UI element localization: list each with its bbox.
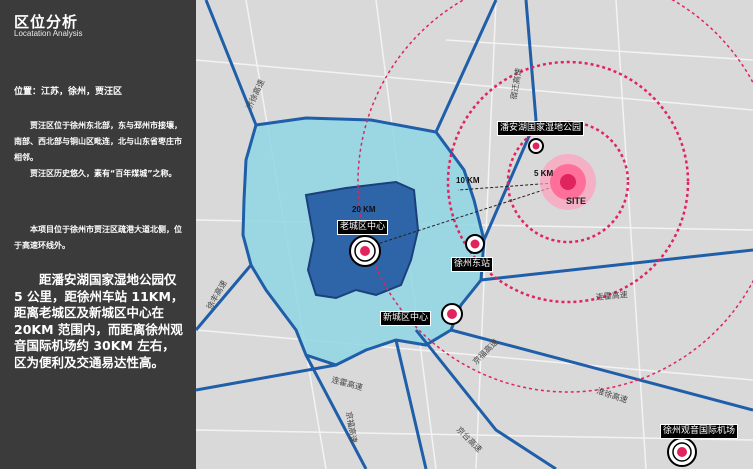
road-label-1: 济徐高速 [244, 78, 267, 111]
summary-paragraph: 距潘安湖国家湿地公园仅 5 公里，距徐州车站 11KM，距离老城区及新城区中心在… [14, 272, 184, 370]
label-old-city-center: 老城区中心 [337, 220, 389, 235]
location-line: 位置：江苏，徐州，贾汪区 [14, 87, 123, 97]
site-label: SITE [566, 196, 586, 206]
label-new-city-center: 新城区中心 [380, 311, 432, 326]
description-paragraph-3: 本项目位于徐州市贾汪区疏港大道北侧，位于高速环线外。 [14, 225, 182, 250]
poi-old-city-marker[interactable] [349, 235, 381, 267]
description-paragraph-1: 贾汪区位于徐州东北部，东与邳州市接壤，南部、西北部与铜山区毗连，北与山东省枣庄市… [14, 121, 182, 162]
distance-label-10km: 10 KM [456, 176, 480, 185]
label-xuzhou-east-station: 徐州东站 [451, 257, 494, 272]
poi-new-city-marker[interactable] [441, 303, 463, 325]
page-subtitle: Locatation Analysis [14, 29, 83, 38]
distance-label-20km: 20 KM [352, 205, 376, 214]
road-label-5: 淮徐高速 [595, 385, 629, 404]
label-panan-park: 潘安湖国家湿地公园 [497, 121, 585, 136]
map-canvas[interactable]: 济徐高速 连霍高速 连霍高速 京福高速 淮徐高速 宿迁高速 徐丰高速 京福高速 … [196, 0, 753, 469]
poi-panan-marker[interactable] [528, 138, 544, 154]
label-airport: 徐州观音国际机场 [660, 424, 739, 439]
distance-label-5km: 5 KM [534, 169, 553, 178]
road-label-4: 京福高速 [470, 337, 500, 367]
description-paragraph-2: 贾汪区历史悠久，素有“百年煤城”之称。 [30, 169, 177, 178]
road-label-9: 京台高速 [455, 424, 485, 454]
poi-station-marker[interactable] [465, 234, 485, 254]
road-label-2: 连霍高速 [330, 374, 363, 392]
road-label-3: 连霍高速 [595, 289, 628, 302]
road-label-8: 京福高速 [344, 411, 359, 444]
poi-airport-marker[interactable] [667, 437, 697, 467]
road-label-6: 宿迁高速 [508, 67, 523, 100]
info-panel: 区位分析 Locatation Analysis 位置：江苏，徐州，贾汪区 贾汪… [0, 0, 196, 469]
